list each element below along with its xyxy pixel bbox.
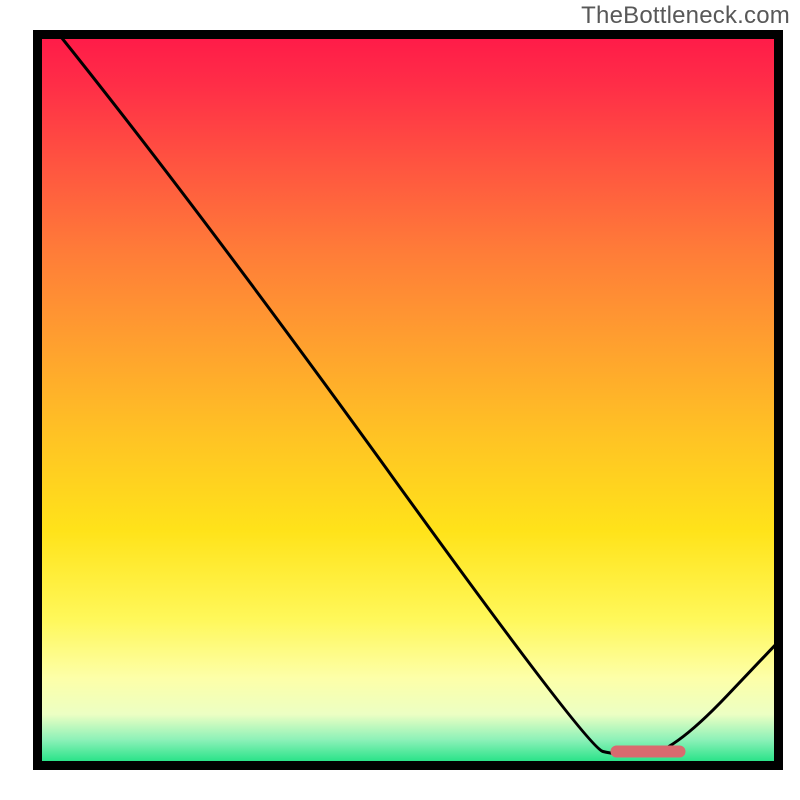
gradient-background — [38, 35, 779, 766]
chart-container: TheBottleneck.com — [0, 0, 800, 800]
highlight-marker — [611, 746, 686, 758]
chart-svg — [0, 0, 800, 800]
plot-area — [38, 30, 784, 766]
watermark-text: TheBottleneck.com — [581, 2, 790, 30]
